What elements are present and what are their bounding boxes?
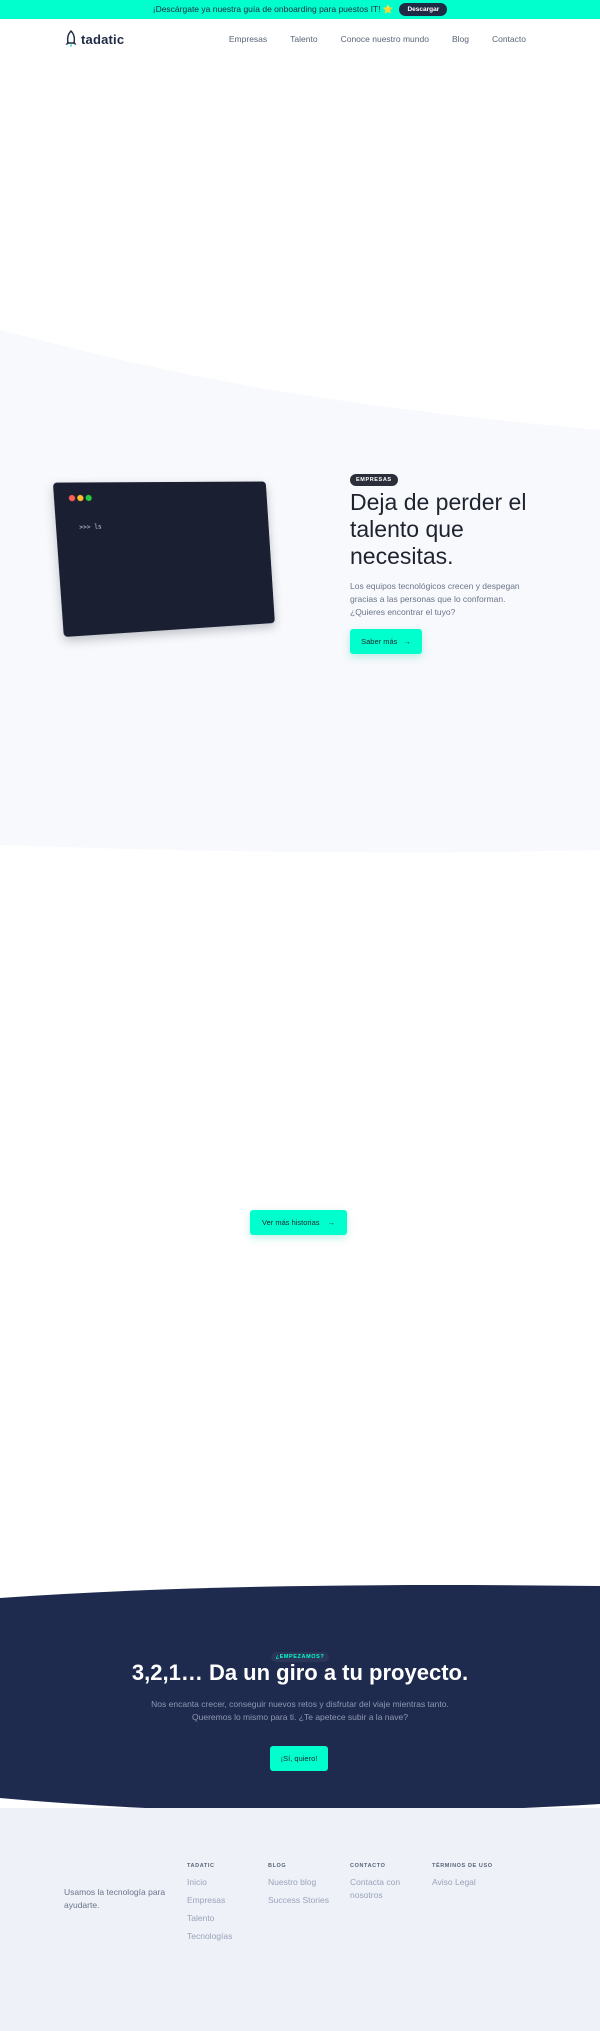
terminal-mockup: >>> ls (52, 481, 275, 638)
footer-link-tecnologias[interactable]: Tecnologías (187, 1930, 232, 1943)
footer-link-empresas[interactable]: Empresas (187, 1894, 232, 1907)
page: ¡Descárgate ya nuestra guía de onboardin… (0, 0, 600, 2031)
footer-column-title: CONTACTO (350, 1863, 386, 1869)
footer-column-title: TADATIC (187, 1863, 215, 1869)
footer-link-contacta[interactable]: Contacta con nosotros (350, 1876, 422, 1902)
ver-mas-historias-button[interactable]: Ver más historias → (250, 1210, 347, 1235)
nav-item-conoce-nuestro-mundo[interactable]: Conoce nuestro mundo (341, 34, 429, 44)
download-button[interactable]: Descargar (399, 3, 448, 16)
nav-item-contacto[interactable]: Contacto (492, 34, 526, 44)
footer-link-inicio[interactable]: Inicio (187, 1876, 232, 1889)
footer-column-title: BLOG (268, 1863, 287, 1869)
announcement-bar: ¡Descárgate ya nuestra guía de onboardin… (0, 0, 600, 19)
footer-tagline: Usamos la tecnología para ayudarte. (64, 1887, 166, 1910)
arrow-right-icon: → (327, 1218, 336, 1227)
footer-link-talento[interactable]: Talento (187, 1912, 232, 1925)
cta-description: Nos encanta crecer, conseguir nuevos ret… (151, 1699, 449, 1722)
window-close-dot (68, 494, 76, 502)
nav-item-empresas[interactable]: Empresas (229, 34, 267, 44)
ver-mas-historias-label: Ver más historias (261, 1218, 320, 1227)
footer (0, 1808, 600, 2031)
window-maximize-dot (85, 494, 92, 502)
hero-title: Deja de perder el talento que necesitas. (350, 489, 527, 569)
logo-text: tadatic (81, 31, 125, 47)
footer-link-success-stories[interactable]: Success Stories (268, 1894, 329, 1907)
rocket-logo-icon (65, 30, 77, 48)
saber-mas-label: Saber más (361, 637, 398, 646)
window-minimize-dot (77, 494, 84, 502)
announcement-text: ¡Descárgate ya nuestra guía de onboardin… (152, 4, 394, 14)
nav-item-blog[interactable]: Blog (452, 34, 469, 44)
footer-column-terminos: TÉRMINOS DE USO Aviso Legal (432, 1863, 493, 1894)
footer-column-tadatic: TADATIC Inicio Empresas Talento Tecnolog… (187, 1863, 232, 1948)
footer-link-nuestro-blog[interactable]: Nuestro blog (268, 1876, 329, 1889)
terminal-text: >>> ls (79, 523, 102, 532)
arrow-right-icon: → (403, 637, 411, 646)
hero-badge: EMPRESAS (350, 474, 398, 486)
footer-column-contacto: CONTACTO Contacta con nosotros (350, 1863, 422, 1907)
main-nav: Empresas Talento Conoce nuestro mundo Bl… (229, 34, 526, 44)
footer-column-title: TÉRMINOS DE USO (432, 1863, 493, 1869)
hero-description: Los equipos tecnológicos crecen y despeg… (350, 581, 520, 617)
saber-mas-button[interactable]: Saber más → (350, 629, 422, 654)
footer-column-blog: BLOG Nuestro blog Success Stories (268, 1863, 329, 1912)
footer-link-aviso-legal[interactable]: Aviso Legal (432, 1876, 493, 1889)
nav-item-talento[interactable]: Talento (290, 34, 317, 44)
cta-title: 3,2,1… Da un giro a tu proyecto. (131, 1660, 469, 1685)
logo[interactable]: tadatic (64, 30, 124, 48)
si-quiero-button[interactable]: ¡Sí, quiero! (270, 1746, 328, 1771)
